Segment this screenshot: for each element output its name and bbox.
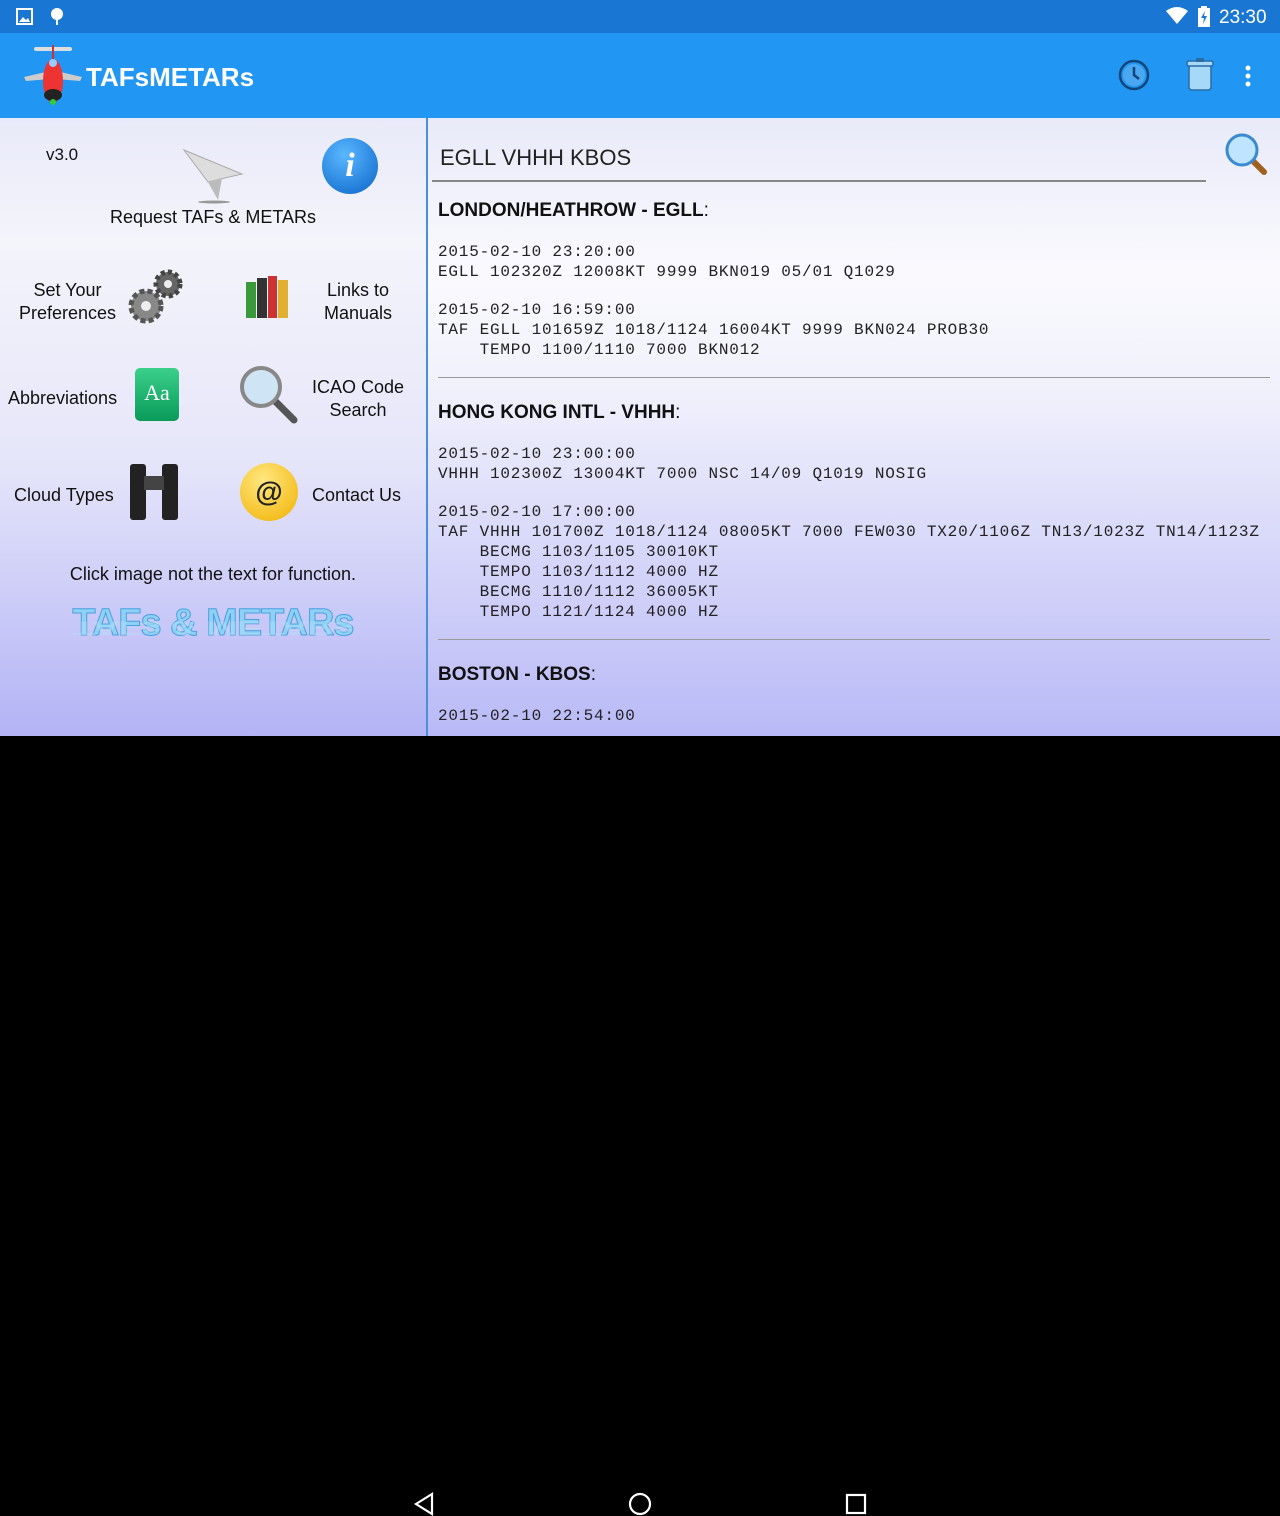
menu-panel: v3.0 i Request TAFs & METARs Set Your Pr… — [0, 118, 426, 736]
abbreviations-label: Abbreviations — [8, 388, 118, 408]
status-bar: 23:30 — [0, 0, 1280, 33]
station-heading: LONDON/HEATHROW - EGLL: — [438, 200, 709, 221]
station-heading: HONG KONG INTL - VHHH: — [438, 402, 681, 423]
android-debug-icon — [51, 8, 63, 25]
station-section: LONDON/HEATHROW - EGLL: 2015-02-10 23:20:… — [428, 200, 1280, 360]
info-button[interactable]: i — [322, 138, 378, 194]
overflow-menu-icon[interactable] — [1244, 65, 1252, 87]
report-time: 2015-02-10 16:59:00 — [438, 301, 636, 319]
books-icon[interactable] — [244, 274, 294, 320]
station-section: HONG KONG INTL - VHHH: 2015-02-10 23:00:0… — [428, 377, 1280, 622]
gears-icon[interactable] — [126, 268, 186, 328]
report-time: 2015-02-10 23:00:00 — [438, 445, 636, 463]
preferences-label: Set Your Preferences — [18, 280, 117, 323]
reports-list: LONDON/HEATHROW - EGLL: 2015-02-10 23:20:… — [428, 200, 1280, 726]
report-time: 2015-02-10 17:00:00 — [438, 503, 636, 521]
dictionary-icon[interactable]: Aa — [135, 368, 179, 421]
request-tafs-label: Request TAFs & METARs — [109, 207, 317, 227]
back-icon[interactable] — [412, 1492, 436, 1516]
logo-reflection: TAFs & METARs — [72, 617, 354, 638]
magnifier-icon[interactable] — [238, 364, 300, 424]
history-icon[interactable] — [1118, 59, 1150, 91]
trash-icon[interactable] — [1186, 57, 1214, 91]
station-name: HONG KONG INTL - VHHH — [438, 402, 676, 423]
wifi-icon — [1166, 7, 1188, 24]
cloud-types-label: Cloud Types — [14, 485, 114, 505]
binoculars-icon[interactable] — [126, 462, 182, 522]
report-text: TAF VHHH 101700Z 1018/1124 08005KT 7000 … — [438, 523, 1260, 621]
app-logo-airplane-icon — [24, 45, 82, 105]
image-icon — [16, 8, 33, 25]
station-heading: BOSTON - KBOS: — [438, 664, 596, 685]
report-time: 2015-02-10 22:54:00 — [438, 707, 636, 725]
report-text: VHHH 102300Z 13004KT 7000 NSC 14/09 Q101… — [438, 465, 927, 483]
report-text: EGLL 102320Z 12008KT 9999 BKN019 05/01 Q… — [438, 263, 896, 281]
station-name: BOSTON - KBOS — [438, 664, 591, 685]
report-time: 2015-02-10 23:20:00 — [438, 243, 636, 261]
at-sign-icon[interactable]: @ — [240, 463, 298, 521]
search-icon[interactable] — [1224, 132, 1268, 176]
reports-panel: LONDON/HEATHROW - EGLL: 2015-02-10 23:20:… — [428, 118, 1280, 736]
navigation-bar — [0, 736, 1280, 1516]
icao-search-label: ICAO Code Search — [311, 377, 405, 420]
battery-charging-icon — [1198, 6, 1210, 27]
station-search-input[interactable] — [432, 136, 1206, 182]
manuals-label: Links to Manuals — [323, 280, 393, 323]
recents-icon[interactable] — [845, 1493, 867, 1515]
version-label: v3.0 — [46, 145, 79, 164]
contact-us-label: Contact Us — [312, 485, 402, 505]
station-name: LONDON/HEATHROW - EGLL — [438, 200, 704, 221]
home-icon[interactable] — [628, 1492, 652, 1516]
report-text: TAF EGLL 101659Z 1018/1124 16004KT 9999 … — [438, 321, 990, 359]
app-title: TAFsMETARs — [86, 62, 255, 92]
paper-plane-icon[interactable] — [182, 148, 244, 204]
station-section: BOSTON - KBOS: 2015-02-10 22:54:00 — [428, 639, 1280, 726]
app-bar: TAFsMETARs — [0, 33, 1280, 118]
clock: 23:30 — [1219, 7, 1267, 28]
hint-text: Click image not the text for function. — [69, 564, 357, 584]
